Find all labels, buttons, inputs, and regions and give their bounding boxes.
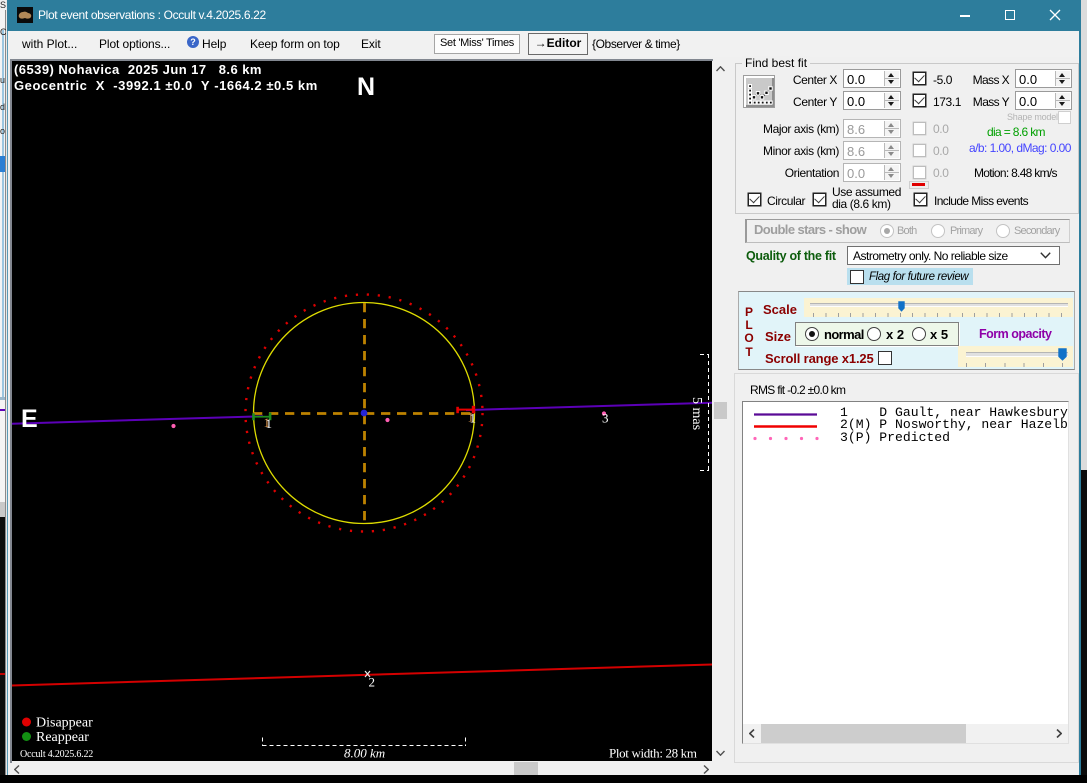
svg-text:1: 1 bbox=[266, 416, 273, 431]
svg-text:Occult 4.2025.6.22: Occult 4.2025.6.22 bbox=[20, 749, 93, 760]
svg-text:Disappear: Disappear bbox=[36, 716, 93, 731]
svg-text:3: 3 bbox=[602, 411, 609, 426]
svg-text:E: E bbox=[21, 405, 38, 433]
svg-text:N: N bbox=[357, 73, 375, 101]
svg-text:Reappear: Reappear bbox=[36, 730, 89, 745]
svg-text:5 mas: 5 mas bbox=[689, 397, 704, 430]
svg-text:Geocentric X -3992.1 ±0.0 Y: Geocentric X -3992.1 ±0.0 Y -1664.2 ±0.5… bbox=[14, 78, 318, 93]
svg-text:1: 1 bbox=[470, 411, 477, 426]
svg-text:8.00 km: 8.00 km bbox=[344, 746, 385, 761]
svg-text:Plot width: 28 km: Plot width: 28 km bbox=[609, 746, 697, 761]
svg-text:(6539) Nohavica 2025 Jun 17: (6539) Nohavica 2025 Jun 17 8.6 km bbox=[14, 62, 262, 77]
svg-text:2: 2 bbox=[369, 675, 376, 690]
